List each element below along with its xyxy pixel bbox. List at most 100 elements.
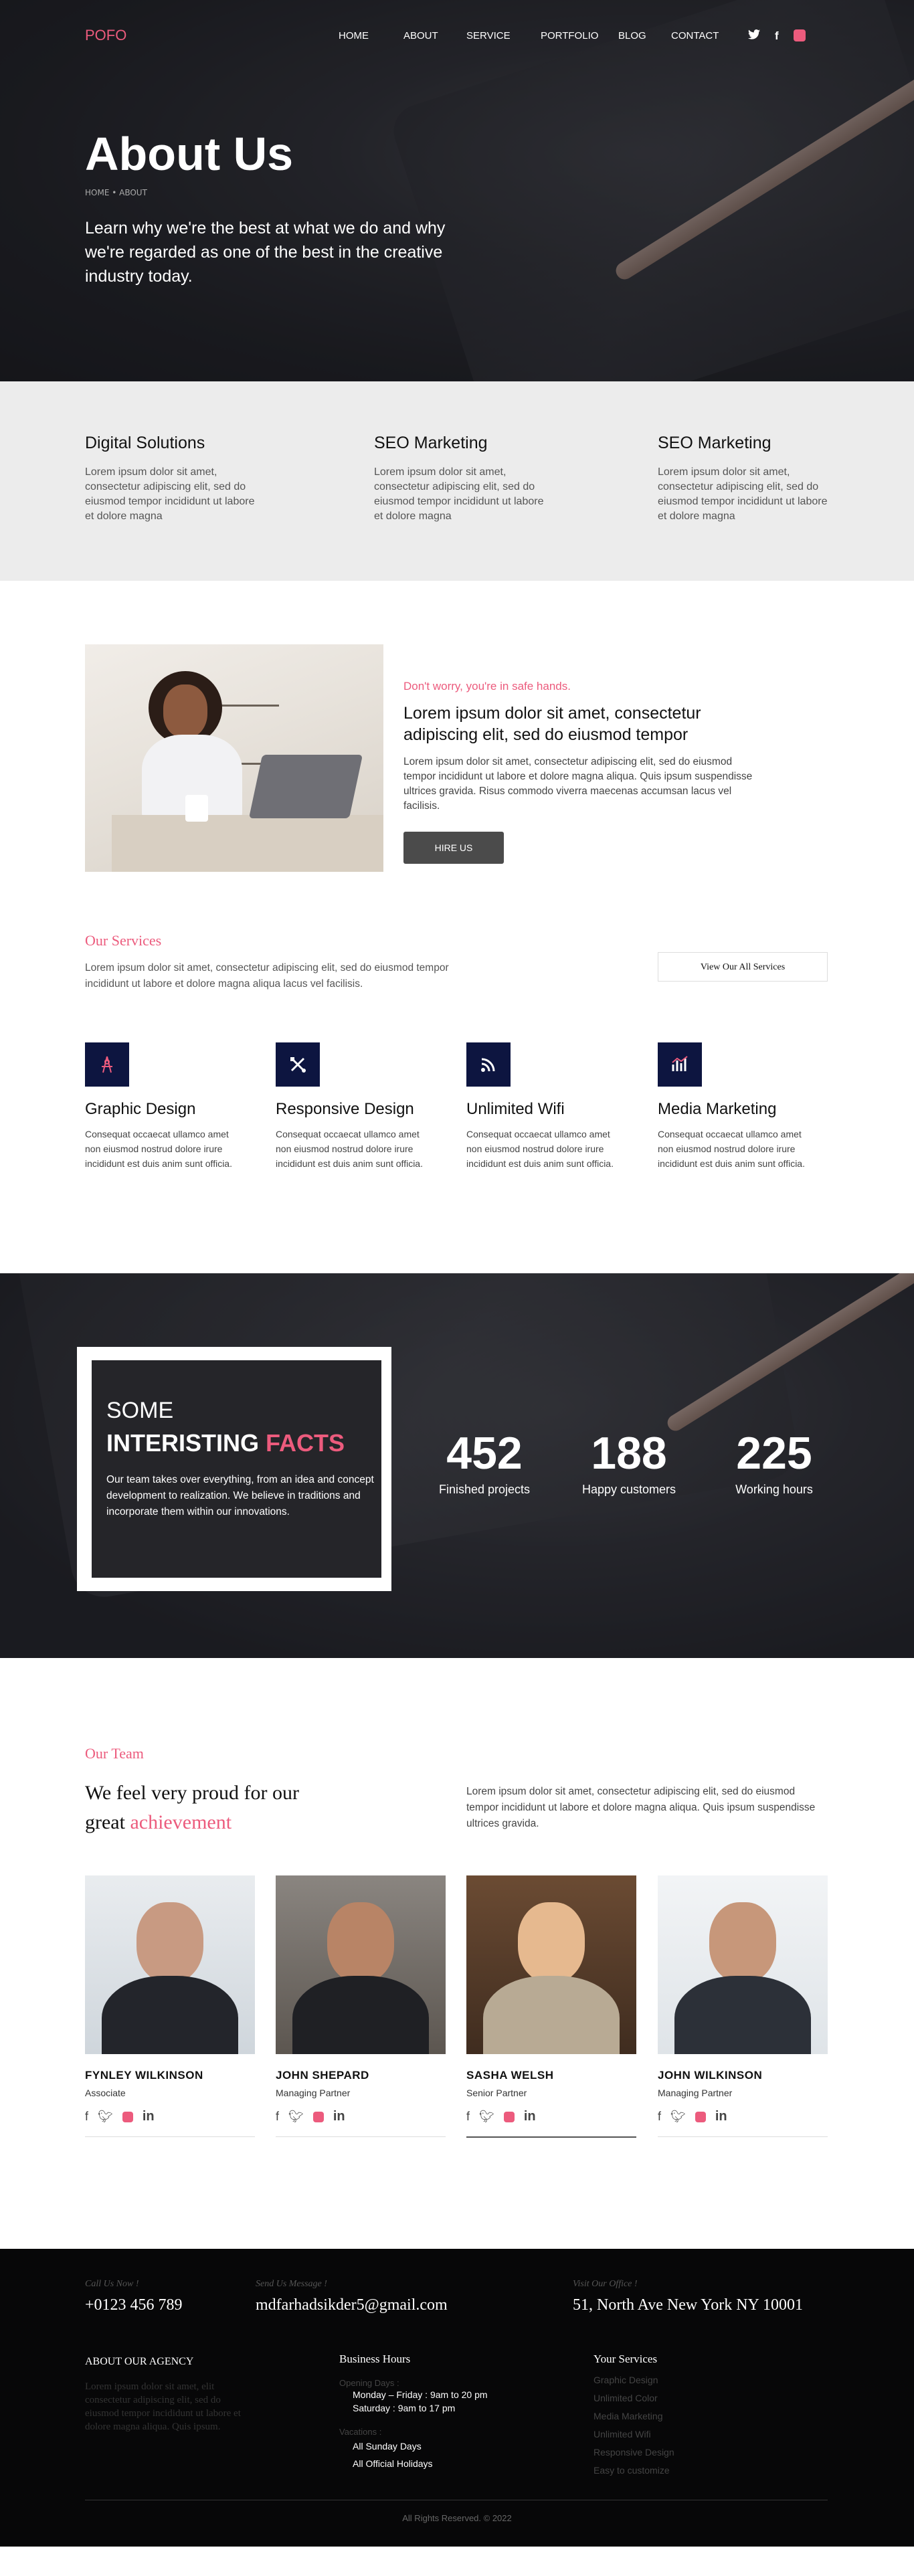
feature-text: Lorem ipsum dolor sit amet, consectetur … xyxy=(374,466,544,522)
team-kicker: Our Team xyxy=(85,1745,144,1762)
service-title: Responsive Design xyxy=(276,1100,414,1118)
facts-some: SOME xyxy=(106,1398,174,1423)
stat-happy-customers: 188 Happy customers xyxy=(572,1431,686,1497)
footer-call: Call Us Now ! +0123 456 789 xyxy=(85,2279,183,2314)
member-social: f 🐦︎ in xyxy=(85,2109,255,2124)
footer-service-link[interactable]: Unlimited Wifi xyxy=(593,2425,674,2444)
tools-icon xyxy=(276,1042,320,1087)
facts-section: SOME INTERISTING FACTS Our team takes ov… xyxy=(0,1273,914,1658)
feature-title: SEO Marketing xyxy=(374,434,488,452)
facts-box: SOME INTERISTING FACTS Our team takes ov… xyxy=(92,1360,381,1578)
feature-seo-marketing-2: SEO Marketing Lorem ipsum dolor sit amet… xyxy=(658,434,832,524)
nav-portfolio[interactable]: PORTFOLIO xyxy=(541,30,598,41)
twitter-icon[interactable]: 🐦︎ xyxy=(288,2110,304,2124)
agency-text: Lorem ipsum dolor sit amet, elit consect… xyxy=(85,2381,241,2432)
team-member-card: JOHN SHEPARD Managing Partner f 🐦︎ in xyxy=(276,1875,446,2137)
feature-title: Digital Solutions xyxy=(85,434,205,452)
office-value: 51, North Ave New York NY 10001 xyxy=(573,2296,803,2314)
team-lead: Lorem ipsum dolor sit amet, consectetur … xyxy=(466,1786,816,1829)
footer-service-link[interactable]: Graphic Design xyxy=(593,2371,674,2389)
vacation-row: All Official Holidays xyxy=(353,2458,433,2469)
service-card-media-marketing: Media Marketing Consequat occaecat ullam… xyxy=(658,1042,832,1171)
service-text: Consequat occaecat ullamco amet non eius… xyxy=(276,1129,423,1169)
instagram-icon[interactable] xyxy=(503,2111,515,2122)
service-text: Consequat occaecat ullamco amet non eius… xyxy=(85,1129,232,1169)
services-kicker: Our Services xyxy=(85,932,162,949)
office-label: Visit Our Office ! xyxy=(573,2279,638,2289)
opening-label: Opening Days : xyxy=(339,2378,399,2388)
service-title: Media Marketing xyxy=(658,1100,777,1118)
top-nav: POFO HOME ABOUT SERVICE PORTFOLIO BLOG C… xyxy=(0,0,914,74)
linkedin-icon[interactable]: in xyxy=(524,2109,536,2124)
view-all-services-button[interactable]: View Our All Services xyxy=(658,952,828,982)
feature-text: Lorem ipsum dolor sit amet, consectetur … xyxy=(85,466,255,522)
twitter-icon[interactable]: 🐦︎ xyxy=(670,2110,686,2124)
footer: Call Us Now ! +0123 456 789 Send Us Mess… xyxy=(0,2249,914,2547)
wifi-icon xyxy=(466,1042,511,1087)
about-photo xyxy=(85,644,383,872)
about-text: Don't worry, you're in safe hands. Lorem… xyxy=(403,680,765,864)
call-value[interactable]: +0123 456 789 xyxy=(85,2296,183,2314)
mail-value[interactable]: mdfarhadsikder5@gmail.com xyxy=(256,2296,448,2314)
twitter-icon[interactable]: 🐦︎ xyxy=(98,2110,113,2124)
footer-service-link[interactable]: Unlimited Color xyxy=(593,2389,674,2407)
instagram-icon[interactable] xyxy=(122,2111,133,2122)
instagram-icon[interactable] xyxy=(312,2111,324,2122)
member-role: Senior Partner xyxy=(466,2088,527,2098)
facebook-icon[interactable]: f xyxy=(85,2110,88,2124)
feature-title: SEO Marketing xyxy=(658,434,771,452)
footer-office: Visit Our Office ! 51, North Ave New Yor… xyxy=(573,2279,803,2314)
member-role: Managing Partner xyxy=(658,2088,733,2098)
hours-title: Business Hours xyxy=(339,2353,411,2365)
instagram-icon[interactable] xyxy=(793,29,806,41)
linkedin-icon[interactable]: in xyxy=(715,2109,727,2124)
services-section: Our Services Lorem ipsum dolor sit amet,… xyxy=(0,925,914,1273)
hire-us-button[interactable]: HIRE US xyxy=(403,832,504,864)
member-name: SASHA WELSH xyxy=(466,2069,554,2082)
service-card-graphic-design: Graphic Design Consequat occaecat ullamc… xyxy=(85,1042,259,1171)
team-member-card: SASHA WELSH Senior Partner f 🐦︎ in xyxy=(466,1875,636,2138)
twitter-icon[interactable]: 🐦︎ xyxy=(479,2110,494,2124)
team-section: Our Team We feel very proud for our great… xyxy=(0,1658,914,2249)
nav-service[interactable]: SERVICE xyxy=(466,30,511,41)
nav-about[interactable]: ABOUT xyxy=(403,30,438,41)
member-photo xyxy=(466,1875,636,2054)
footer-hours: Business Hours Opening Days : Monday – F… xyxy=(339,2353,488,2470)
facebook-icon[interactable]: f xyxy=(276,2110,279,2124)
member-name: FYNLEY WILKINSON xyxy=(85,2069,203,2082)
linkedin-icon[interactable]: in xyxy=(333,2109,345,2124)
member-role: Associate xyxy=(85,2088,126,2098)
mail-label: Send Us Message ! xyxy=(256,2279,327,2289)
member-social: f 🐦︎ in xyxy=(276,2109,446,2124)
nav-blog[interactable]: BLOG xyxy=(618,30,646,41)
feature-digital-solutions: Digital Solutions Lorem ipsum dolor sit … xyxy=(85,434,259,524)
facebook-icon[interactable]: f xyxy=(658,2110,661,2124)
page-title: About Us xyxy=(85,128,294,180)
feature-seo-marketing: SEO Marketing Lorem ipsum dolor sit amet… xyxy=(374,434,548,524)
facebook-icon[interactable]: f xyxy=(775,29,779,43)
nav-home[interactable]: HOME xyxy=(339,30,369,41)
chart-icon xyxy=(658,1042,702,1087)
team-heading: We feel very proud for our great achievem… xyxy=(85,1782,299,1833)
footer-service-link[interactable]: Media Marketing xyxy=(593,2407,674,2425)
service-title: Graphic Design xyxy=(85,1100,196,1118)
twitter-icon[interactable] xyxy=(748,29,760,43)
footer-service-link[interactable]: Responsive Design xyxy=(593,2444,674,2462)
hero-subtitle: Learn why we're the best at what we do a… xyxy=(85,219,446,286)
nav-contact[interactable]: CONTACT xyxy=(671,30,719,41)
logo[interactable]: POFO xyxy=(85,27,126,44)
about-heading: Lorem ipsum dolor sit amet, consectetur … xyxy=(403,704,701,744)
footer-service-link[interactable]: Easy to customize xyxy=(593,2462,674,2480)
facts-accent: FACTS xyxy=(266,1429,345,1457)
instagram-icon[interactable] xyxy=(695,2111,706,2122)
facebook-icon[interactable]: f xyxy=(466,2110,470,2124)
service-text: Consequat occaecat ullamco amet non eius… xyxy=(466,1129,614,1169)
facts-heading: INTERISTING FACTS xyxy=(106,1429,345,1457)
team-heading-accent: achievement xyxy=(130,1811,232,1833)
services-title: Your Services xyxy=(593,2353,658,2365)
stat-number: 188 xyxy=(591,1428,667,1479)
member-photo xyxy=(276,1875,446,2054)
linkedin-icon[interactable]: in xyxy=(143,2109,155,2124)
footer-agency: ABOUT OUR AGENCY Lorem ipsum dolor sit a… xyxy=(85,2356,246,2433)
facts-text: Our team takes over everything, from an … xyxy=(106,1474,374,1517)
